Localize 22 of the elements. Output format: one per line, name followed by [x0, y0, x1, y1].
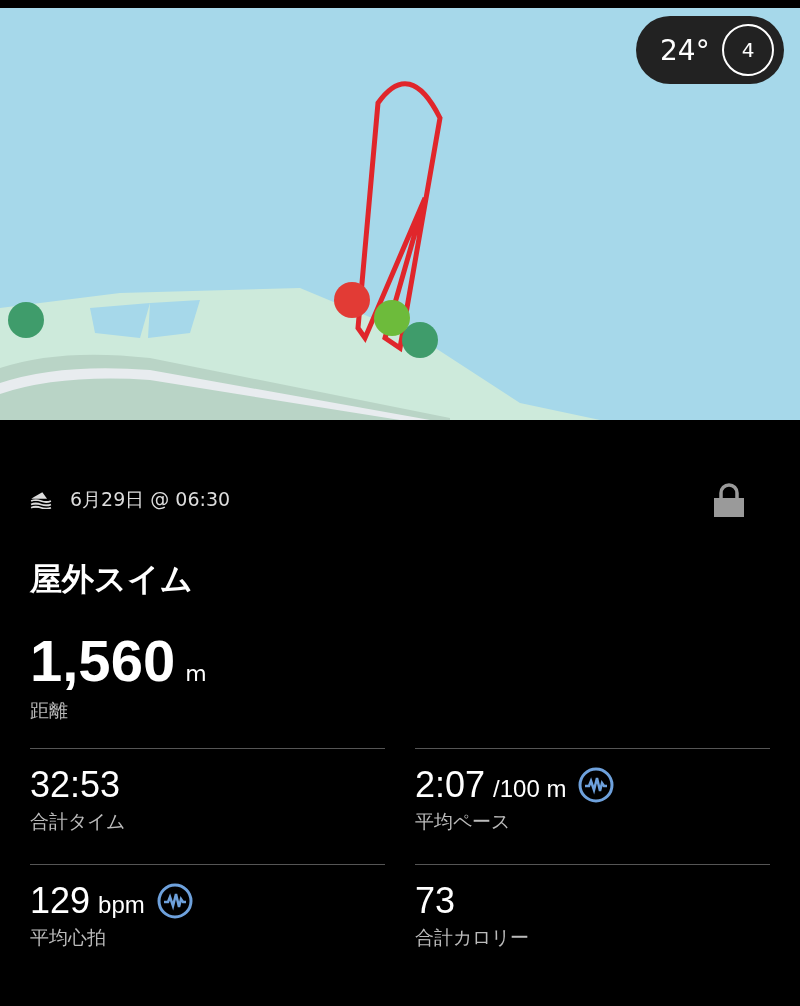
stat-unit: bpm [98, 891, 145, 919]
activity-date: 6月29日 @ 06:30 [70, 487, 231, 512]
weather-badge[interactable]: 24° 4 [636, 16, 784, 84]
swimmer-icon [30, 491, 52, 509]
stat-value: 32:53 [30, 764, 121, 806]
wind-dial: 4 [722, 24, 774, 76]
stat-label: 合計タイム [30, 809, 126, 834]
distance-value: 1,560 [30, 632, 176, 690]
stat-unit: /100 m [493, 775, 567, 803]
stat-label: 平均心拍 [30, 925, 107, 950]
stat-label: 平均ペース [415, 809, 511, 834]
stat-value: 73 [415, 880, 456, 922]
distance-unit: m [185, 661, 207, 686]
distance-label: 距離 [30, 698, 69, 723]
stat-value: 129 [30, 880, 91, 922]
chart-icon[interactable] [156, 883, 193, 919]
lock-icon[interactable] [714, 483, 744, 517]
chart-icon[interactable] [578, 767, 615, 803]
activity-title: 屋外スイム [30, 559, 194, 600]
stat-label: 合計カロリー [415, 925, 530, 950]
temperature: 24° [660, 33, 710, 67]
stat-value: 2:07 [415, 764, 486, 806]
